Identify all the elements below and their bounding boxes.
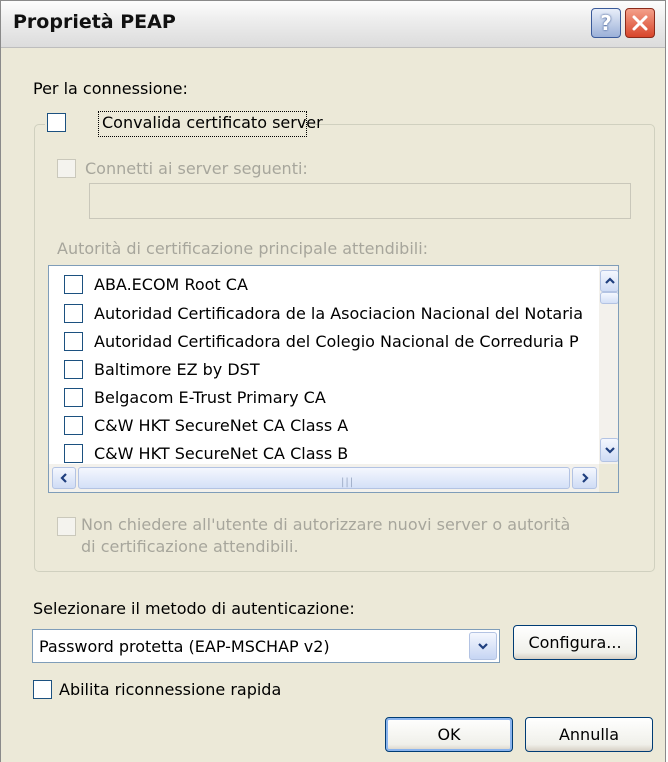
scroll-left-button[interactable] — [52, 467, 76, 489]
list-item[interactable]: Baltimore EZ by DST — [49, 356, 599, 386]
help-icon: ? — [600, 11, 612, 35]
list-item[interactable]: C&W HKT SecureNet CA Class A — [49, 412, 599, 442]
validate-cert-checkbox[interactable] — [47, 113, 66, 132]
fast-reconnect-checkbox[interactable] — [33, 680, 52, 699]
auth-method-label: Selezionare il metodo di autenticazione: — [33, 599, 355, 618]
help-button[interactable]: ? — [591, 8, 621, 38]
window-title: Proprietà PEAP — [13, 11, 176, 33]
ca-checkbox[interactable] — [64, 388, 83, 407]
no-prompt-checkbox[interactable] — [57, 517, 76, 536]
title-bar[interactable]: Proprietà PEAP ? — [1, 1, 665, 48]
close-button[interactable] — [625, 8, 655, 38]
ca-checkbox[interactable] — [64, 360, 83, 379]
list-item[interactable]: Belgacom E-Trust Primary CA — [49, 384, 599, 414]
dropdown-button[interactable] — [469, 632, 497, 660]
ok-label: OK — [437, 725, 461, 744]
auth-method-select[interactable]: Password protetta (EAP-MSCHAP v2) — [32, 629, 500, 663]
peap-properties-dialog: Proprietà PEAP ? Per la connessione: Con… — [0, 0, 666, 762]
chevron-down-icon — [478, 643, 488, 650]
no-prompt-label-line2: di certificazione attendibili. — [81, 537, 299, 556]
chevron-right-icon — [581, 473, 589, 483]
chevron-up-icon — [604, 277, 615, 284]
connect-servers-label: Connetti ai server seguenti: — [85, 159, 308, 178]
vertical-scrollbar[interactable] — [599, 266, 618, 464]
scroll-up-button[interactable] — [600, 270, 618, 292]
auth-method-value: Password protetta (EAP-MSCHAP v2) — [39, 637, 330, 656]
ca-checkbox[interactable] — [64, 416, 83, 435]
list-item[interactable]: Autoridad Certificadora del Colegio Naci… — [49, 328, 599, 358]
ca-name: ABA.ECOM Root CA — [94, 275, 248, 294]
ca-name: Baltimore EZ by DST — [94, 360, 260, 379]
list-item[interactable]: Autoridad Certificadora de la Asociacion… — [49, 300, 599, 330]
connect-servers-checkbox[interactable] — [57, 159, 76, 178]
scroll-down-button[interactable] — [600, 438, 618, 462]
ca-name: Autoridad Certificadora del Colegio Naci… — [94, 332, 579, 351]
scroll-right-button[interactable] — [572, 467, 597, 489]
chevron-down-icon — [604, 447, 615, 454]
ca-name: C&W HKT SecureNet CA Class A — [94, 416, 349, 435]
ca-name: Autoridad Certificadora de la Asociacion… — [94, 304, 584, 323]
horizontal-scrollbar[interactable]: ||| — [49, 464, 599, 492]
close-icon — [632, 15, 648, 31]
ca-checkbox[interactable] — [64, 275, 83, 294]
cancel-button[interactable]: Annulla — [525, 717, 653, 752]
horizontal-scroll-thumb[interactable]: ||| — [78, 467, 570, 489]
cancel-label: Annulla — [558, 725, 620, 744]
configure-button[interactable]: Configura... — [513, 625, 637, 660]
ca-name: C&W HKT SecureNet CA Class B — [94, 444, 349, 463]
scrollbar-corner — [599, 464, 618, 492]
fast-reconnect-label: Abilita riconnessione rapida — [59, 680, 282, 699]
configure-label: Configura... — [528, 633, 622, 652]
servers-input[interactable] — [89, 183, 631, 219]
connection-section-label: Per la connessione: — [33, 79, 188, 98]
trusted-ca-label: Autorità di certificazione principale at… — [57, 239, 429, 258]
list-item[interactable]: ABA.ECOM Root CA — [49, 271, 599, 301]
grip-icon: ||| — [341, 477, 355, 488]
chevron-left-icon — [60, 473, 67, 483]
ca-checkbox[interactable] — [64, 444, 83, 463]
ca-name: Belgacom E-Trust Primary CA — [94, 388, 326, 407]
ca-checkbox[interactable] — [64, 304, 83, 323]
no-prompt-label-line1: Non chiedere all'utente di autorizzare n… — [81, 515, 571, 534]
vertical-scroll-thumb[interactable] — [600, 292, 618, 304]
trusted-ca-list[interactable]: ABA.ECOM Root CA Autoridad Certificadora… — [48, 265, 619, 493]
ok-button[interactable]: OK — [385, 717, 513, 752]
ca-checkbox[interactable] — [64, 332, 83, 351]
validate-cert-label: Convalida certificato server — [102, 113, 323, 132]
